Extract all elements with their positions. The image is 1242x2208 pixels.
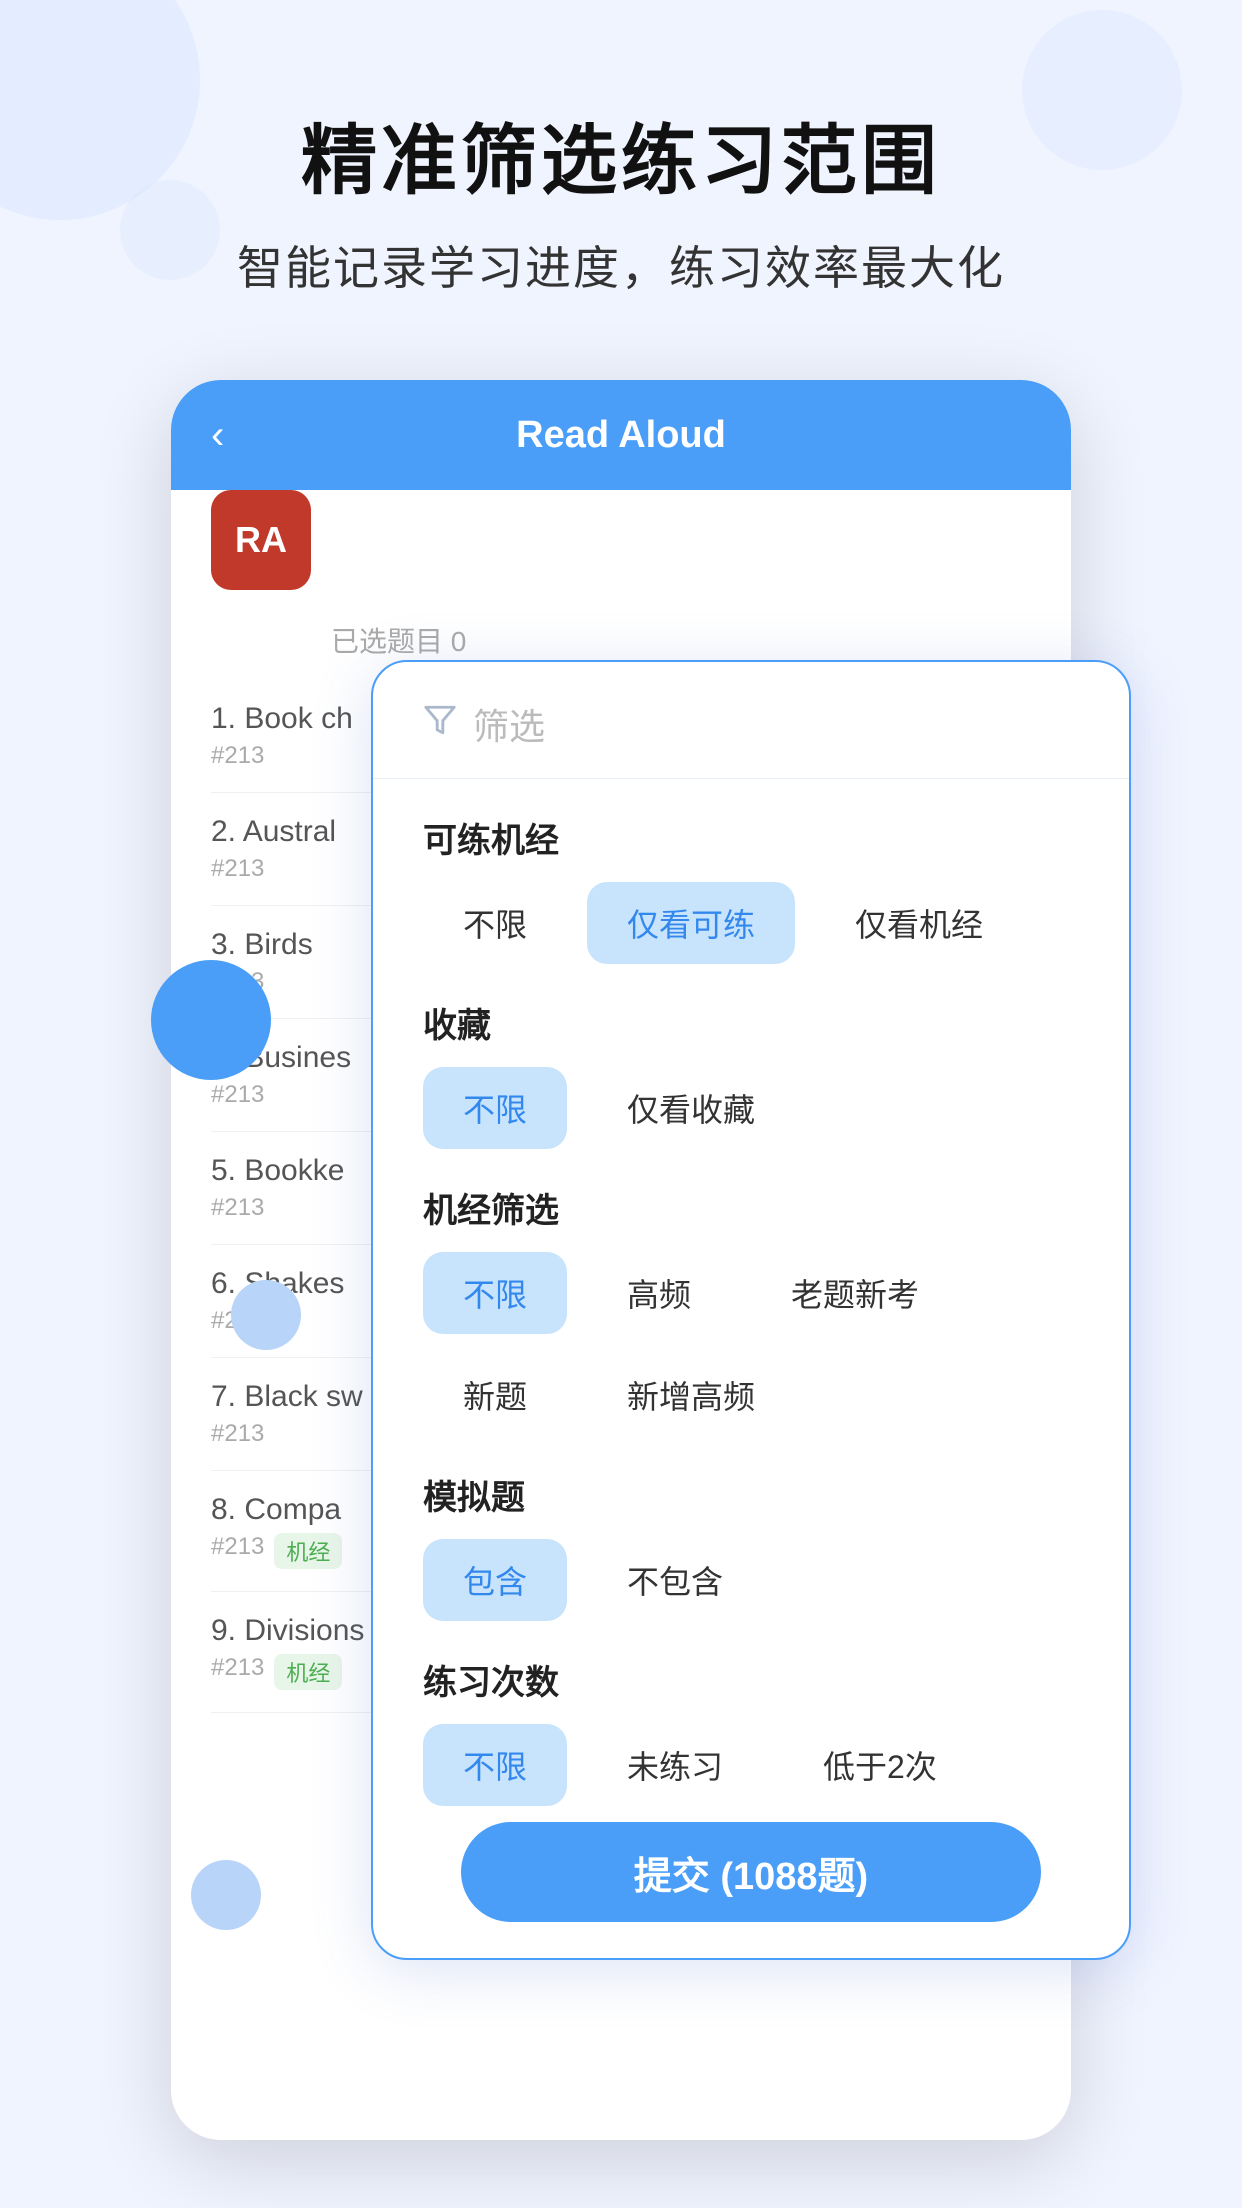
selected-count: 已选题目 0 bbox=[331, 620, 1031, 660]
section-options-jijing: 不限 高频 老题新考 新题 新增高频 bbox=[423, 1252, 1079, 1436]
section-options-collect: 不限 仅看收藏 bbox=[423, 1067, 1079, 1149]
back-icon[interactable]: ‹ bbox=[211, 413, 224, 458]
option-new-high-freq[interactable]: 新增高频 bbox=[587, 1354, 795, 1436]
page-subtitle: 智能记录学习进度，练习效率最大化 bbox=[0, 232, 1242, 298]
filter-icon bbox=[423, 703, 457, 746]
option-exclude-mock[interactable]: 不包含 bbox=[587, 1539, 763, 1621]
section-title-jijing: 机经筛选 bbox=[423, 1183, 1079, 1232]
option-unlimited-kelijing[interactable]: 不限 bbox=[423, 882, 567, 964]
ra-badge: RA bbox=[211, 490, 311, 590]
option-unlimited-collect[interactable]: 不限 bbox=[423, 1067, 567, 1149]
section-options-kelijing: 不限 仅看可练 仅看机经 bbox=[423, 882, 1079, 964]
option-only-keli[interactable]: 仅看可练 bbox=[587, 882, 795, 964]
submit-button[interactable]: 提交 (1088题) bbox=[461, 1822, 1041, 1922]
filter-section-kelijing: 可练机经 不限 仅看可练 仅看机经 bbox=[373, 789, 1129, 974]
phone-mockup: ‹ Read Aloud RA 已选题目 0 1. Book ch #213 2… bbox=[171, 380, 1071, 2140]
section-title-mock: 模拟题 bbox=[423, 1470, 1079, 1519]
option-unlimited-jijing[interactable]: 不限 bbox=[423, 1252, 567, 1334]
option-high-freq[interactable]: 高频 bbox=[587, 1252, 731, 1334]
option-only-collected[interactable]: 仅看收藏 bbox=[587, 1067, 795, 1149]
left-circle-light-1 bbox=[231, 1280, 301, 1350]
left-circle-light-2 bbox=[191, 1860, 261, 1930]
filter-section-jijing: 机经筛选 不限 高频 老题新考 新题 新增高频 bbox=[373, 1159, 1129, 1446]
option-only-jijing[interactable]: 仅看机经 bbox=[815, 882, 1023, 964]
filter-modal: 筛选 可练机经 不限 仅看可练 仅看机经 收藏 不限 仅看收藏 机经筛选 不限 … bbox=[371, 660, 1131, 1960]
filter-title: 筛选 bbox=[473, 698, 545, 750]
section-options-mock: 包含 不包含 bbox=[423, 1539, 1079, 1621]
page-title: 精准筛选练习范围 bbox=[0, 120, 1242, 204]
option-new-topic[interactable]: 新题 bbox=[423, 1354, 567, 1436]
header-area: 精准筛选练习范围 智能记录学习进度，练习效率最大化 bbox=[0, 120, 1242, 298]
filter-section-collect: 收藏 不限 仅看收藏 bbox=[373, 974, 1129, 1159]
app-header: ‹ Read Aloud bbox=[171, 380, 1071, 490]
section-title-collect: 收藏 bbox=[423, 998, 1079, 1047]
section-title-kelijing: 可练机经 bbox=[423, 813, 1079, 862]
option-not-practiced[interactable]: 未练习 bbox=[587, 1724, 763, 1806]
option-unlimited-count[interactable]: 不限 bbox=[423, 1724, 567, 1806]
option-old-new[interactable]: 老题新考 bbox=[751, 1252, 959, 1334]
section-title-practice-count: 练习次数 bbox=[423, 1655, 1079, 1704]
left-circle-blue bbox=[151, 960, 271, 1080]
app-header-title: Read Aloud bbox=[516, 414, 726, 457]
filter-section-mock: 模拟题 包含 不包含 bbox=[373, 1446, 1129, 1631]
option-less-than-2[interactable]: 低于2次 bbox=[783, 1724, 977, 1806]
option-include-mock[interactable]: 包含 bbox=[423, 1539, 567, 1621]
filter-header: 筛选 bbox=[373, 662, 1129, 779]
